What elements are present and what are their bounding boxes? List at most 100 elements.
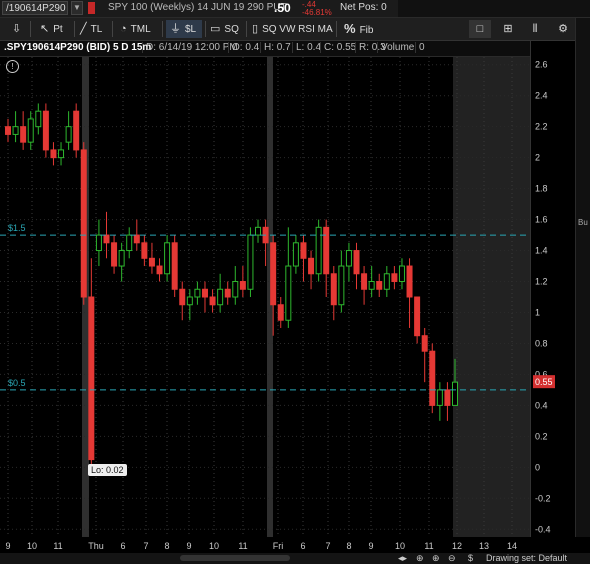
x-tick-label: 13	[479, 541, 489, 551]
flag-icon[interactable]	[88, 2, 95, 14]
trendline-tool[interactable]: ╱ TL	[80, 20, 102, 38]
candle-body	[12, 126, 19, 135]
fibonacci-label: Fib	[359, 25, 374, 36]
x-tick-label: 9	[186, 541, 191, 551]
right-side-panel: Bu	[575, 18, 590, 564]
grid-layout-button[interactable]: ⊞	[497, 20, 519, 38]
low-marker-label: Lo: 0.02	[91, 465, 124, 475]
timeline-tool[interactable]: ◔ TML	[120, 20, 151, 38]
x-tick-label: Thu	[88, 541, 104, 551]
candle-body	[58, 149, 65, 159]
y-tick-label: 0.2	[535, 431, 548, 441]
timeline-label: TML	[130, 24, 151, 35]
zoom-out-icon[interactable]: ⊖	[448, 553, 456, 564]
pin-tool[interactable]: ⇩	[12, 20, 25, 38]
y-tick-label: 2	[535, 153, 540, 163]
symbol-input[interactable]: /190614P290	[2, 1, 68, 15]
price-change-pct: -46.81%	[302, 8, 332, 17]
price-level-label: $1.5	[8, 223, 26, 233]
net-position: Net Pos: 0	[340, 2, 387, 13]
x-tick-label: 10	[395, 541, 405, 551]
fibonacci-tool[interactable]: % Fib	[344, 20, 373, 38]
candle-body	[35, 110, 42, 128]
last-price: .50	[274, 1, 291, 15]
chart-title: .SPY190614P290 (BID) 5 D 15m	[4, 42, 152, 53]
clock-icon: ◔	[120, 23, 127, 35]
candle-body	[330, 273, 337, 306]
candle-body	[398, 265, 405, 283]
candle-body	[444, 389, 451, 406]
candle-body	[103, 234, 110, 244]
candle-body	[42, 110, 49, 151]
y-tick-label: 1.8	[535, 184, 548, 194]
candle-body	[391, 273, 398, 283]
price-axis[interactable]: 2.62.42.221.81.61.41.210.80.60.40.20-0.2…	[530, 41, 576, 537]
separator	[246, 21, 247, 37]
dollar-icon[interactable]: $	[468, 553, 473, 563]
candle-body	[5, 126, 11, 135]
candle-body	[255, 226, 262, 236]
settings-button[interactable]: ⚙	[552, 20, 574, 38]
y-tick-label: 1.4	[535, 246, 548, 256]
x-tick-label: 10	[209, 541, 219, 551]
candle-body	[315, 226, 322, 275]
info-icon[interactable]: !	[6, 60, 19, 73]
x-tick-label: Fri	[273, 541, 284, 551]
candle-body	[141, 242, 148, 259]
price-level-tool[interactable]: ⏚ $L	[166, 20, 202, 38]
candle-body	[353, 250, 360, 275]
candle-body	[209, 296, 216, 306]
separator	[205, 21, 206, 37]
candle-body	[376, 281, 383, 290]
candle-body	[361, 273, 368, 290]
candle-body	[232, 281, 239, 298]
candle-body	[217, 288, 224, 306]
expansion-area	[453, 57, 530, 537]
candle-body	[436, 389, 443, 406]
symbol-description: SPY 100 (Weeklys) 14 JUN 19 290 PUT	[108, 2, 287, 13]
single-layout-button[interactable]: □	[469, 20, 491, 38]
zoom-arrows-icon[interactable]: ◂▸	[398, 553, 407, 564]
price-chart[interactable]: $1.5 $0.5	[0, 57, 530, 537]
candle-body	[270, 242, 277, 306]
candle-body	[323, 226, 330, 275]
candle-body	[20, 126, 27, 143]
candle-body	[414, 296, 421, 337]
y-tick-label: 2.4	[535, 91, 548, 101]
candle-body	[118, 250, 125, 267]
drawing-set[interactable]: Drawing set: Default	[486, 553, 567, 563]
chart-background	[0, 57, 530, 537]
cursor-icon: ↖	[40, 23, 50, 35]
candle-body	[73, 110, 80, 151]
candle-body	[194, 288, 201, 298]
pointer-tool[interactable]: ↖ Pt	[40, 20, 63, 38]
gear-icon: ⚙	[558, 23, 568, 35]
y-tick-label: 2.2	[535, 122, 548, 132]
y-tick-label: 1	[535, 307, 540, 317]
symbol-dropdown-icon[interactable]: ▼	[71, 1, 83, 15]
y-tick-label: 1.2	[535, 277, 548, 287]
y-tick-label: 1.6	[535, 215, 548, 225]
x-tick-label: 6	[300, 541, 305, 551]
pointer-label: Pt	[53, 24, 63, 35]
candle-body	[300, 242, 307, 259]
scroll-thumb[interactable]	[180, 555, 290, 561]
low-marker: Lo: 0.02	[88, 464, 127, 476]
y-ticks: 2.62.42.221.81.61.41.210.80.60.40.20-0.2…	[533, 60, 555, 534]
right-edge-label: Bu	[578, 218, 588, 227]
crosshair-icon[interactable]: ⊕	[416, 553, 424, 564]
studies-tool[interactable]: ▯ SQ VW RSI MA	[252, 20, 333, 38]
symbol-bar: /190614P290 ▼ SPY 100 (Weeklys) 14 JUN 1…	[0, 0, 590, 18]
chart-header: .SPY190614P290 (BID) 5 D 15m D: 6/14/19 …	[0, 41, 530, 57]
candle-body	[292, 242, 299, 267]
header-volume-label: Volume	[377, 42, 414, 53]
square-tool[interactable]: ▭ SQ	[210, 20, 239, 38]
zoom-in-icon[interactable]: ⊕	[432, 553, 440, 564]
candle-body	[27, 118, 34, 143]
candle-body	[277, 304, 284, 321]
last-price-tag-label: 0.55	[535, 377, 553, 387]
candle-body	[111, 242, 118, 267]
chart-style-button[interactable]: ⫴	[524, 20, 546, 38]
x-tick-label: 9	[368, 541, 373, 551]
candle-body	[239, 281, 246, 290]
